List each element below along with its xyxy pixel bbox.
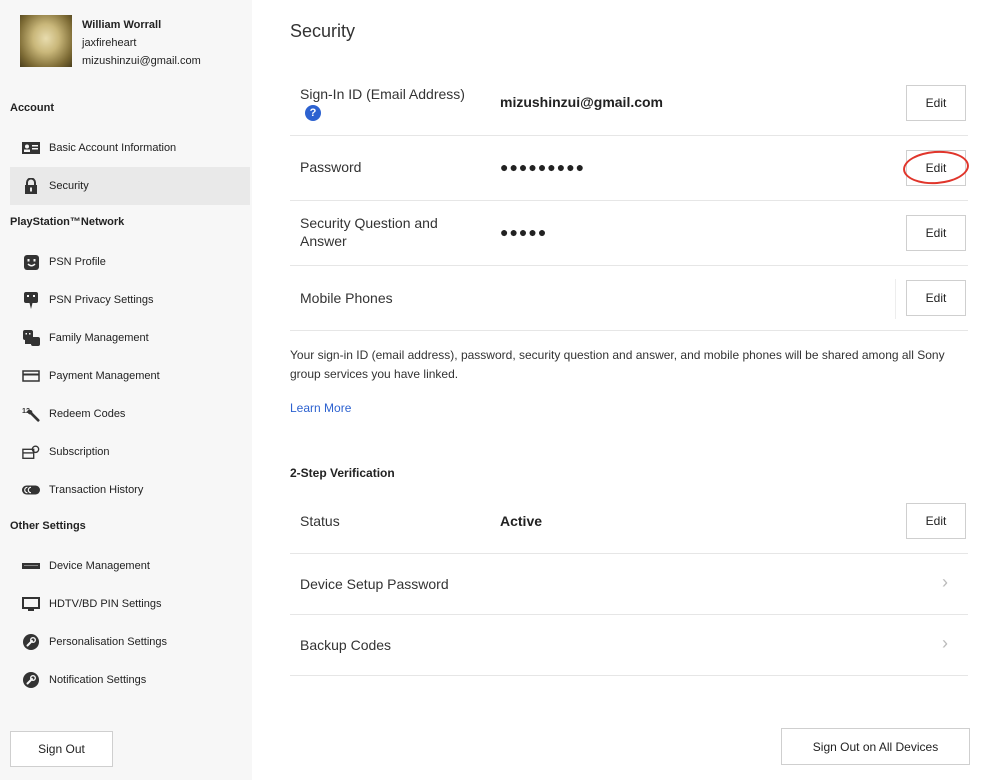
sidebar-item-label: PSN Profile bbox=[49, 256, 106, 268]
sidebar-item-subscription[interactable]: Subscription bbox=[10, 433, 250, 471]
password-value: ●●●●●●●●● bbox=[500, 159, 586, 175]
row-label: Status bbox=[300, 513, 340, 529]
profile-name: William Worrall bbox=[82, 19, 162, 31]
sidebar-item-security[interactable]: Security bbox=[10, 167, 250, 205]
transaction-icon bbox=[22, 483, 40, 497]
id-card-icon bbox=[22, 141, 40, 155]
sidebar-item-basic-account-information[interactable]: Basic Account Information bbox=[10, 129, 250, 167]
learn-more-link[interactable]: Learn More bbox=[290, 401, 351, 415]
sidebar-item-label: Redeem Codes bbox=[49, 408, 126, 420]
row-label: Mobile Phones bbox=[300, 290, 393, 306]
sidebar-item-redeem-codes[interactable]: 12 Redeem Codes bbox=[10, 395, 250, 433]
sign-in-id-row: Sign-In ID (Email Address) ? mizushinzui… bbox=[290, 70, 968, 136]
sidebar: William Worrall jaxfireheart mizushinzui… bbox=[0, 0, 252, 780]
sidebar-item-family-management[interactable]: Family Management bbox=[10, 319, 250, 357]
backup-codes-link[interactable]: Backup Codes › bbox=[290, 615, 968, 676]
edit-sign-in-id-button[interactable]: Edit bbox=[906, 85, 966, 121]
row-label: Device Setup Password bbox=[300, 576, 449, 592]
sidebar-item-notification-settings[interactable]: Notification Settings bbox=[10, 661, 250, 699]
section-title-psn: PlayStation™Network bbox=[10, 216, 125, 228]
sidebar-item-label: Personalisation Settings bbox=[49, 636, 168, 648]
sign-in-id-value: mizushinzui@gmail.com bbox=[500, 94, 664, 110]
device-setup-password-link[interactable]: Device Setup Password › bbox=[290, 554, 968, 615]
security-question-row: Security Question and Answer ●●●●● Edit bbox=[290, 201, 968, 266]
edit-password-button[interactable]: Edit bbox=[906, 150, 966, 186]
edit-security-question-button[interactable]: Edit bbox=[906, 215, 966, 251]
help-icon[interactable]: ? bbox=[305, 105, 321, 121]
sidebar-item-psn-profile[interactable]: PSN Profile bbox=[10, 243, 250, 281]
sidebar-item-psn-privacy-settings[interactable]: PSN Privacy Settings bbox=[10, 281, 250, 319]
sidebar-item-label: Transaction History bbox=[49, 484, 144, 496]
sidebar-item-label: HDTV/BD PIN Settings bbox=[49, 598, 162, 610]
row-label: Password bbox=[300, 159, 362, 175]
sidebar-item-label: Basic Account Information bbox=[49, 142, 177, 154]
sidebar-item-label: Security bbox=[49, 180, 89, 192]
sidebar-item-label: Subscription bbox=[49, 446, 110, 458]
sidebar-item-device-management[interactable]: Device Management bbox=[10, 547, 250, 585]
profile-face-icon bbox=[22, 254, 40, 270]
edit-two-step-button[interactable]: Edit bbox=[906, 503, 966, 539]
divider bbox=[895, 279, 896, 319]
section-title-account: Account bbox=[10, 102, 54, 114]
credit-card-icon bbox=[22, 369, 40, 383]
row-label: Security Question and Answer bbox=[300, 215, 438, 249]
mobile-phones-row: Mobile Phones Edit bbox=[290, 266, 968, 331]
sidebar-item-label: Device Management bbox=[49, 560, 150, 572]
profile-email: mizushinzui@gmail.com bbox=[82, 55, 201, 67]
sign-out-all-devices-button[interactable]: Sign Out on All Devices bbox=[781, 728, 970, 765]
sidebar-item-personalisation-settings[interactable]: Personalisation Settings bbox=[10, 623, 250, 661]
two-step-title: 2-Step Verification bbox=[290, 466, 395, 480]
sidebar-item-label: Payment Management bbox=[49, 370, 160, 382]
sign-out-button[interactable]: Sign Out bbox=[10, 731, 113, 767]
chevron-right-icon: › bbox=[942, 633, 948, 653]
password-row: Password ●●●●●●●●● Edit bbox=[290, 136, 968, 201]
edit-mobile-phones-button[interactable]: Edit bbox=[906, 280, 966, 316]
sidebar-item-label: Family Management bbox=[49, 332, 149, 344]
redeem-code-icon: 12 bbox=[22, 406, 40, 422]
two-step-status-value: Active bbox=[500, 513, 543, 529]
sidebar-item-label: Notification Settings bbox=[49, 674, 147, 686]
security-answer-value: ●●●●● bbox=[500, 224, 548, 240]
two-step-status-row: Status Active Edit bbox=[290, 489, 968, 554]
page-title: Security bbox=[290, 21, 356, 41]
section-title-other-settings: Other Settings bbox=[10, 520, 86, 532]
tv-icon bbox=[22, 596, 40, 611]
shared-info-text: Your sign-in ID (email address), passwor… bbox=[290, 348, 945, 381]
wrench-icon bbox=[22, 634, 40, 650]
row-label: Backup Codes bbox=[300, 637, 392, 653]
family-icon bbox=[22, 330, 40, 346]
chevron-right-icon: › bbox=[942, 572, 948, 592]
privacy-icon bbox=[22, 291, 40, 309]
sidebar-item-hdtv-bd-pin-settings[interactable]: HDTV/BD PIN Settings bbox=[10, 585, 250, 623]
sidebar-item-label: PSN Privacy Settings bbox=[49, 294, 154, 306]
lock-icon bbox=[22, 178, 40, 194]
subscription-icon bbox=[22, 445, 40, 459]
wrench-icon bbox=[22, 672, 40, 688]
console-icon bbox=[22, 559, 40, 573]
avatar[interactable] bbox=[20, 15, 72, 67]
profile-card: William Worrall jaxfireheart mizushinzui… bbox=[20, 15, 201, 70]
sidebar-item-payment-management[interactable]: Payment Management bbox=[10, 357, 250, 395]
sidebar-item-transaction-history[interactable]: Transaction History bbox=[10, 471, 250, 509]
profile-online-id: jaxfireheart bbox=[82, 37, 137, 49]
row-label: Sign-In ID (Email Address) bbox=[300, 86, 465, 102]
